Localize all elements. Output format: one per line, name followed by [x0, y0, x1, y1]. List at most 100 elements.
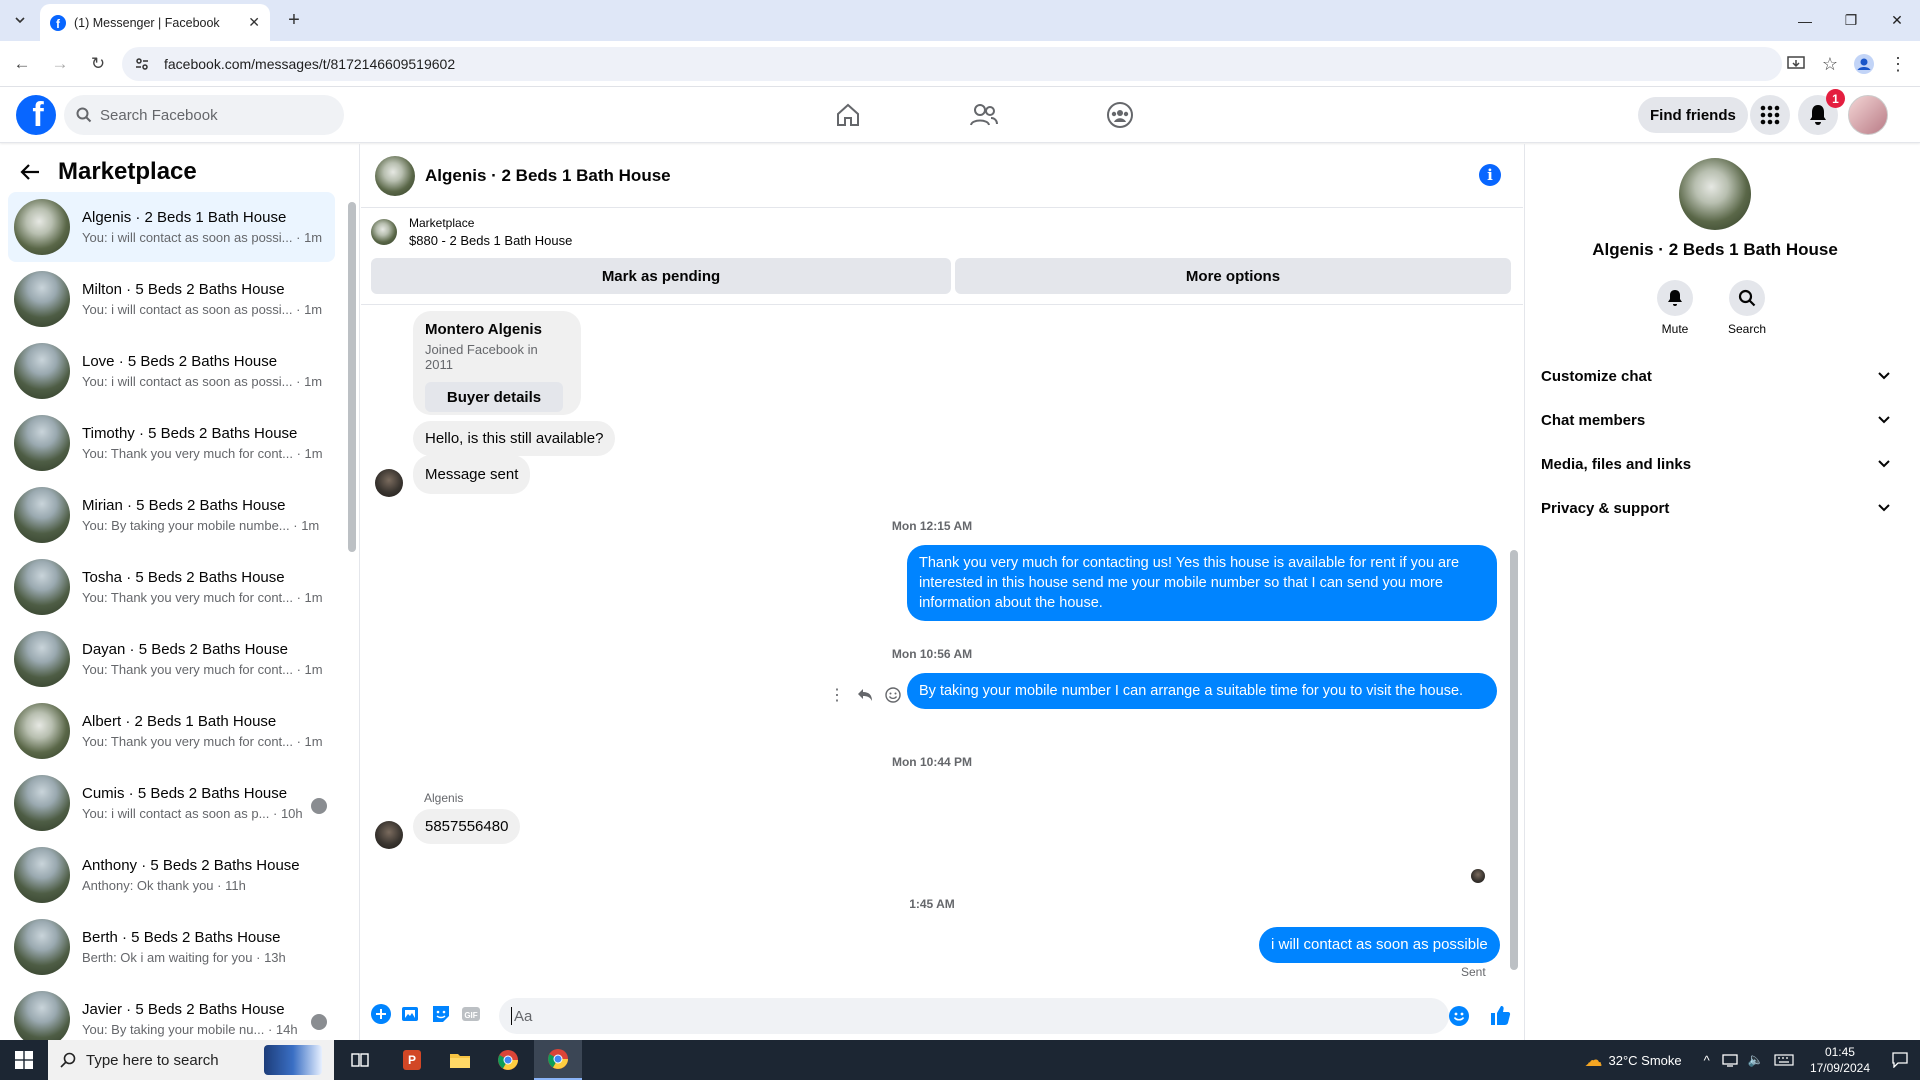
- sidebar-scrollbar[interactable]: [346, 190, 358, 1040]
- conversation-item[interactable]: Albert · 2 Beds 1 Bath House You: Thank y…: [8, 696, 335, 766]
- conversation-text: Algenis · 2 Beds 1 Bath House You: i will…: [82, 209, 322, 245]
- conversation-item[interactable]: Berth · 5 Beds 2 Baths House Berth: Ok i …: [8, 912, 335, 982]
- notification-center-icon[interactable]: [1880, 1052, 1920, 1068]
- buyer-details-button[interactable]: Buyer details: [425, 382, 563, 412]
- emoji-icon[interactable]: [1449, 1006, 1469, 1026]
- conversation-name: Milton · 5 Beds 2 Baths House: [82, 281, 285, 298]
- thread-scrollbar[interactable]: [1507, 305, 1521, 984]
- install-app-icon[interactable]: [1782, 50, 1810, 78]
- more-actions-icon[interactable]: ⋮: [829, 685, 845, 705]
- info-icon[interactable]: i: [1479, 164, 1501, 186]
- message-in[interactable]: 5857556480: [413, 809, 521, 844]
- forward-icon[interactable]: →: [44, 48, 76, 80]
- conversation-item[interactable]: Love · 5 Beds 2 Baths House You: i will c…: [8, 336, 335, 406]
- browser-profile-icon[interactable]: [1850, 50, 1878, 78]
- media-files-links-row[interactable]: Media, files and links: [1541, 446, 1891, 482]
- customize-chat-row[interactable]: Customize chat: [1541, 358, 1891, 394]
- browser-tab[interactable]: f (1) Messenger | Facebook ✕: [40, 4, 270, 41]
- sender-avatar[interactable]: [375, 469, 403, 497]
- window-controls: — ❐ ✕: [1782, 0, 1920, 41]
- facebook-search-input[interactable]: Search Facebook: [64, 95, 344, 135]
- conversation-avatar: [14, 991, 70, 1040]
- conversation-item[interactable]: Javier · 5 Beds 2 Baths House You: By tak…: [8, 984, 335, 1040]
- reload-icon[interactable]: ↻: [82, 48, 114, 80]
- react-emoji-icon[interactable]: [885, 687, 901, 703]
- chevron-down-icon: [1878, 460, 1890, 468]
- system-clock[interactable]: 01:45 17/09/2024: [1810, 1044, 1870, 1076]
- file-explorer-icon[interactable]: [436, 1040, 484, 1080]
- chat-members-row[interactable]: Chat members: [1541, 402, 1891, 438]
- account-avatar[interactable]: [1848, 95, 1888, 135]
- tray-chevron-icon[interactable]: ^: [1704, 1053, 1710, 1068]
- message-input[interactable]: Aa: [499, 998, 1449, 1034]
- restore-icon[interactable]: ❐: [1828, 0, 1874, 41]
- conversation-item[interactable]: Cumis · 5 Beds 2 Baths House You: i will …: [8, 768, 335, 838]
- keyboard-icon[interactable]: [1774, 1054, 1794, 1066]
- close-window-icon[interactable]: ✕: [1874, 0, 1920, 41]
- volume-icon[interactable]: 🔈: [1748, 1052, 1764, 1068]
- message-out[interactable]: By taking your mobile number I can arran…: [907, 673, 1497, 709]
- find-friends-button[interactable]: Find friends: [1638, 97, 1748, 133]
- tab-close-icon[interactable]: ✕: [248, 14, 260, 31]
- bookmark-star-icon[interactable]: ☆: [1816, 50, 1844, 78]
- conversation-item[interactable]: Milton · 5 Beds 2 Baths House You: i will…: [8, 264, 335, 334]
- nav-home[interactable]: [780, 87, 916, 143]
- conversation-item[interactable]: Dayan · 5 Beds 2 Baths House You: Thank y…: [8, 624, 335, 694]
- search-in-chat-button[interactable]: Search: [1717, 280, 1777, 336]
- thumbs-up-icon[interactable]: [1489, 1004, 1511, 1026]
- sender-avatar[interactable]: [375, 821, 403, 849]
- bell-icon: [1810, 105, 1826, 125]
- conversation-item[interactable]: Anthony · 5 Beds 2 Baths House Anthony: O…: [8, 840, 335, 910]
- section-label: Privacy & support: [1541, 499, 1670, 517]
- message-out[interactable]: i will contact as soon as possible: [1259, 927, 1500, 963]
- conversation-item[interactable]: Mirian · 5 Beds 2 Baths House You: By tak…: [8, 480, 335, 550]
- weather-icon[interactable]: ☁: [1585, 1050, 1603, 1071]
- back-icon[interactable]: ←: [6, 48, 38, 80]
- chrome-active-window-icon[interactable]: [534, 1040, 582, 1080]
- nav-friends[interactable]: [916, 87, 1052, 143]
- chat-title[interactable]: Algenis · 2 Beds 1 Bath House: [425, 166, 671, 186]
- browser-menu-icon[interactable]: ⋮: [1884, 50, 1912, 78]
- message-in[interactable]: Hello, is this still available?: [413, 421, 616, 456]
- photo-icon[interactable]: [401, 1004, 421, 1024]
- conversation-item[interactable]: Timothy · 5 Beds 2 Baths House You: Thank…: [8, 408, 335, 478]
- nav-groups[interactable]: [1052, 87, 1188, 143]
- marketplace-chat-list: Marketplace Algenis · 2 Beds 1 Bath Hous…: [0, 144, 360, 1040]
- details-avatar[interactable]: [1679, 158, 1751, 230]
- mute-button[interactable]: Mute: [1645, 280, 1705, 336]
- more-options-button[interactable]: More options: [955, 258, 1511, 294]
- add-more-icon[interactable]: [371, 1004, 391, 1024]
- task-view-icon[interactable]: [336, 1040, 384, 1080]
- reply-icon[interactable]: [857, 688, 873, 702]
- chrome-app-icon[interactable]: [484, 1040, 532, 1080]
- site-info-icon[interactable]: [134, 56, 150, 72]
- minimize-icon[interactable]: —: [1782, 0, 1828, 41]
- conversation-snippet: You: Thank you very much for cont... · 1…: [82, 590, 323, 605]
- browser-actions: ☆ ⋮: [1782, 41, 1920, 87]
- gif-icon[interactable]: GIF: [461, 1004, 481, 1024]
- network-icon[interactable]: [1722, 1053, 1738, 1067]
- powerpoint-app-icon[interactable]: P: [388, 1040, 436, 1080]
- new-tab-icon[interactable]: +: [282, 9, 306, 33]
- conversation-item[interactable]: Algenis · 2 Beds 1 Bath House You: i will…: [8, 192, 335, 262]
- conversation-name: Tosha · 5 Beds 2 Baths House: [82, 569, 285, 586]
- taskbar-search-input[interactable]: Type here to search: [48, 1040, 334, 1080]
- message-in[interactable]: Message sent: [413, 455, 531, 494]
- conversation-snippet: You: i will contact as soon as possi... …: [82, 302, 323, 317]
- message-input-placeholder: Aa: [514, 1007, 533, 1025]
- tab-search-chevron-icon[interactable]: [8, 8, 32, 32]
- menu-grid-button[interactable]: [1750, 95, 1790, 135]
- back-arrow-icon[interactable]: [20, 163, 40, 181]
- windows-start-icon[interactable]: [0, 1040, 48, 1080]
- facebook-logo-icon[interactable]: f: [16, 95, 56, 135]
- facebook-header: f Search Facebook Find friends 1: [0, 87, 1920, 143]
- weather-text[interactable]: 32°C Smoke: [1609, 1053, 1682, 1068]
- privacy-support-row[interactable]: Privacy & support: [1541, 490, 1891, 526]
- omnibox[interactable]: facebook.com/messages/t/8172146609519602: [122, 47, 1782, 81]
- sticker-icon[interactable]: [431, 1004, 451, 1024]
- conversation-item[interactable]: Tosha · 5 Beds 2 Baths House You: Thank y…: [8, 552, 335, 622]
- chat-avatar[interactable]: [375, 155, 415, 196]
- marketplace-listing-banner[interactable]: Marketplace $880 - 2 Beds 1 Bath House: [371, 216, 572, 248]
- mark-as-pending-button[interactable]: Mark as pending: [371, 258, 951, 294]
- message-out[interactable]: Thank you very much for contacting us! Y…: [907, 545, 1497, 621]
